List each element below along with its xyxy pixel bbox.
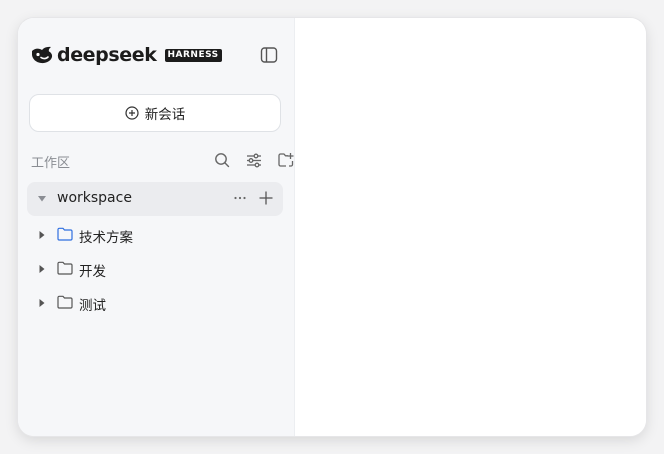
- plus-circle-icon: [125, 106, 139, 120]
- folder-item-testing[interactable]: 测试: [27, 288, 283, 318]
- folder-label: 技术方案: [79, 230, 133, 246]
- folder-item-development[interactable]: 开发: [27, 254, 283, 284]
- more-options-icon[interactable]: [232, 190, 248, 206]
- search-icon[interactable]: [213, 151, 231, 169]
- workspace-root-label: workspace: [57, 190, 132, 206]
- folder-label: 测试: [79, 298, 106, 314]
- caret-down-icon[interactable]: [37, 195, 47, 203]
- new-chat-button[interactable]: 新会话: [29, 94, 281, 132]
- brand-logo: deepseek HARNESS: [30, 45, 222, 65]
- workspace-root-item[interactable]: workspace: [27, 182, 283, 216]
- folder-icon: [57, 295, 73, 309]
- brand-name: deepseek: [57, 44, 157, 66]
- sidebar-toggle-icon[interactable]: [260, 46, 278, 64]
- sidebar: deepseek HARNESS 新会话 工作区 workspace 技术方案 …: [18, 18, 295, 436]
- caret-right-icon[interactable]: [38, 230, 46, 240]
- caret-right-icon[interactable]: [38, 264, 46, 274]
- harness-badge: HARNESS: [164, 48, 222, 62]
- add-icon[interactable]: [258, 190, 274, 206]
- folder-icon: [57, 261, 73, 275]
- folder-icon: [57, 227, 73, 241]
- app-window: deepseek HARNESS 新会话 工作区 workspace 技术方案 …: [18, 18, 646, 436]
- section-title: 工作区: [31, 156, 71, 171]
- caret-right-icon[interactable]: [38, 298, 46, 308]
- whale-logo-icon: [32, 46, 53, 64]
- workspace-section-header: 工作区: [31, 151, 294, 171]
- filter-settings-icon[interactable]: [245, 151, 263, 169]
- new-chat-label: 新会话: [144, 107, 186, 123]
- new-folder-icon[interactable]: [277, 151, 295, 169]
- folder-label: 开发: [79, 264, 106, 280]
- main-content-area: [295, 18, 646, 436]
- folder-item-tech-plan[interactable]: 技术方案: [27, 220, 283, 250]
